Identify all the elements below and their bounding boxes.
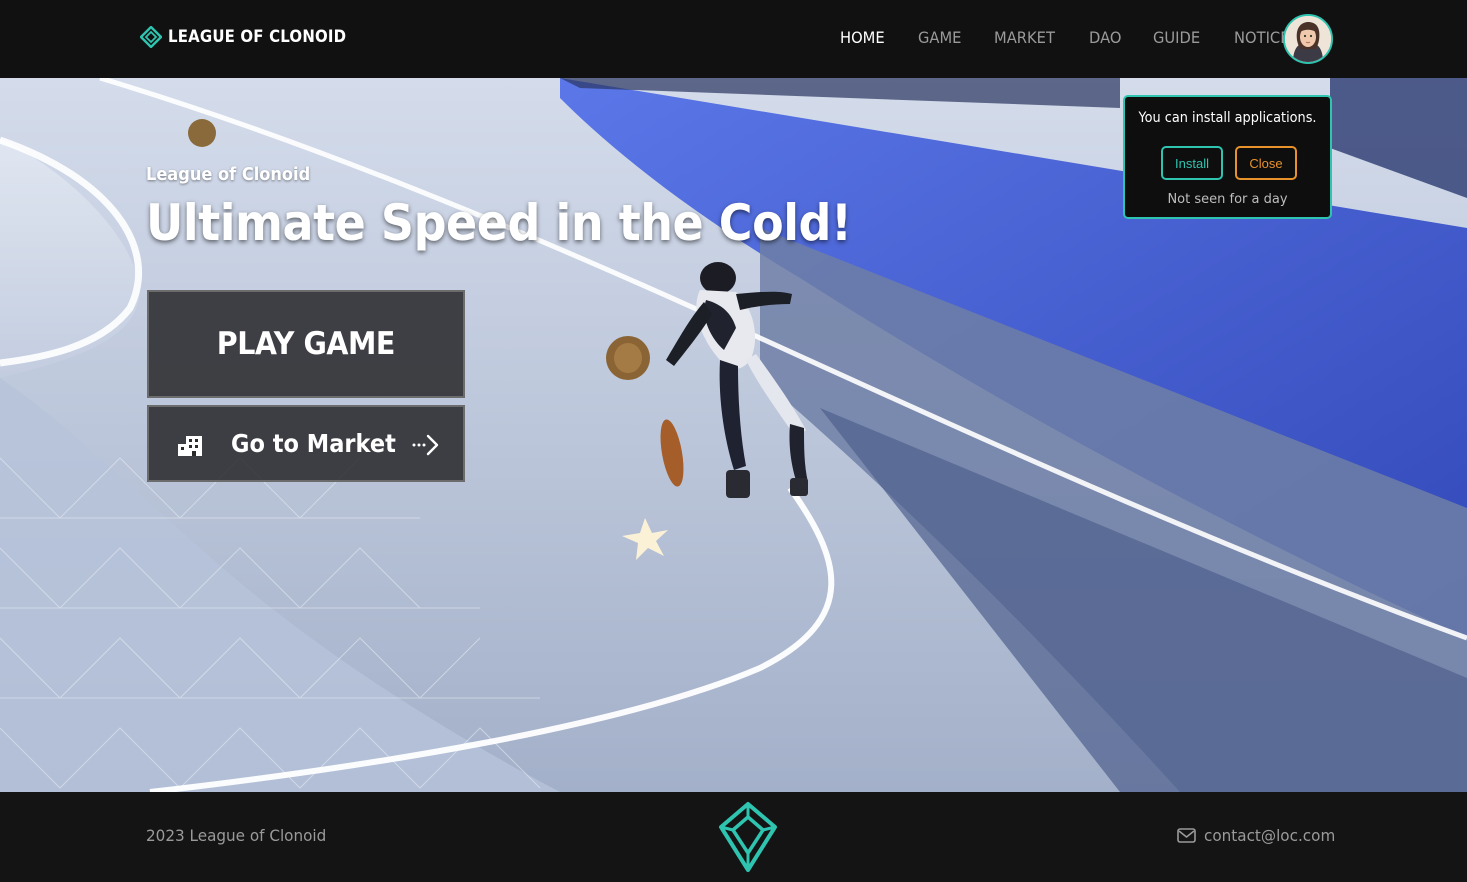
nav-home[interactable]: HOME (840, 28, 885, 47)
clonoid-footer-logo-icon (719, 802, 777, 872)
nav-notice[interactable]: NOTICE (1234, 28, 1290, 47)
arrow-right-icon (412, 434, 439, 456)
nav-guide[interactable]: GUIDE (1153, 28, 1200, 47)
install-popup: You can install applications. Install Cl… (1123, 95, 1332, 219)
contact-email-text: contact@loc.com (1204, 826, 1336, 845)
close-button[interactable]: Close (1235, 146, 1297, 180)
logo-text: LEAGUE OF CLONOID (168, 27, 347, 47)
mail-icon (1177, 828, 1196, 843)
main-nav: HOME GAME MARKET DAO GUIDE NOTICE (840, 28, 1323, 47)
go-to-market-button[interactable]: Go to Market (147, 405, 465, 482)
footer: 2023 League of Clonoid contact@loc.com (0, 792, 1467, 882)
site-logo[interactable]: LEAGUE OF CLONOID (140, 26, 371, 48)
nav-dao[interactable]: DAO (1089, 28, 1121, 47)
contact-email-link[interactable]: contact@loc.com (1177, 826, 1342, 845)
hero-kicker: League of Clonoid (146, 164, 311, 185)
hero-title: Ultimate Speed in the Cold! (146, 194, 852, 252)
install-popup-message: You can install applications. (1138, 110, 1317, 126)
market-building-icon (178, 436, 202, 456)
play-game-button[interactable]: PLAY GAME (147, 290, 465, 398)
avatar-portrait-icon (1285, 16, 1331, 62)
not-seen-for-a-day-link[interactable]: Not seen for a day (1125, 192, 1330, 207)
nav-game[interactable]: GAME (918, 28, 961, 47)
copyright-text: 2023 League of Clonoid (146, 826, 327, 845)
clonoid-logo-icon (140, 26, 162, 48)
top-header: LEAGUE OF CLONOID HOME GAME MARKET DAO G… (0, 0, 1467, 78)
nav-market[interactable]: MARKET (994, 28, 1055, 47)
play-game-label: PLAY GAME (216, 326, 396, 362)
user-avatar[interactable] (1283, 14, 1333, 64)
hero-section: League of Clonoid Ultimate Speed in the … (0, 78, 1467, 792)
install-button[interactable]: Install (1161, 146, 1223, 180)
go-to-market-label: Go to Market (231, 429, 396, 458)
